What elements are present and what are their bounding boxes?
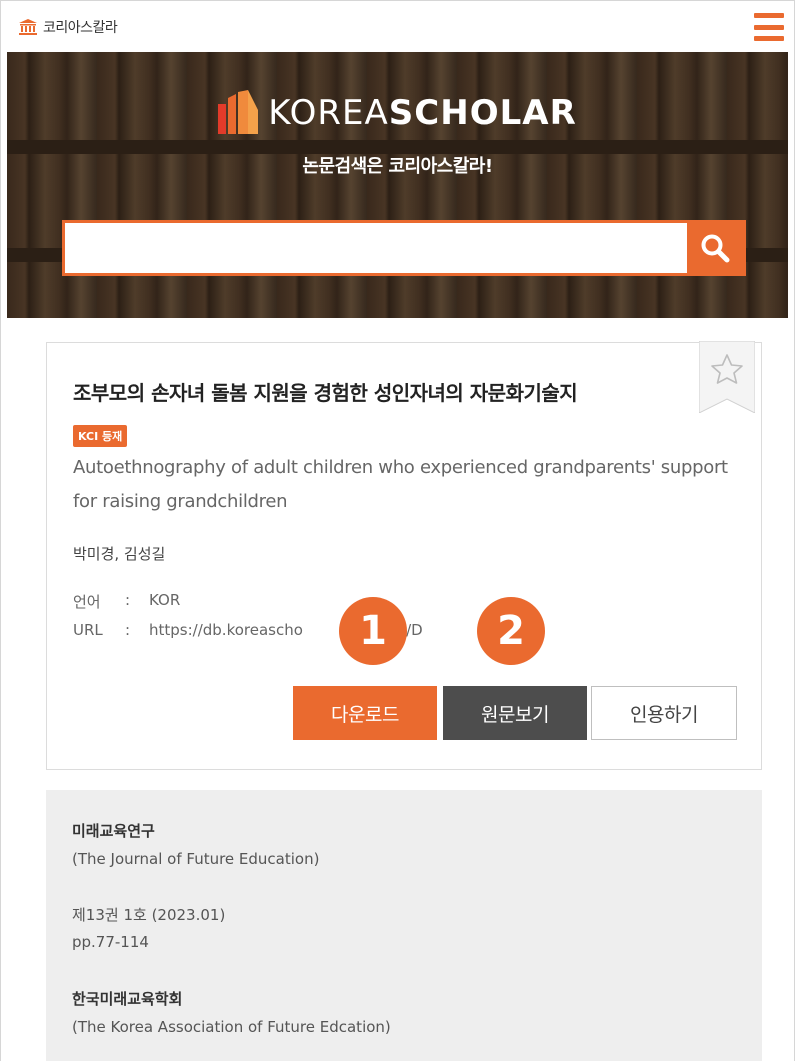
article-authors: 박미경, 김성길 bbox=[73, 545, 166, 563]
view-original-button[interactable]: 원문보기 bbox=[443, 686, 587, 740]
meta-separator: : bbox=[125, 621, 131, 639]
search-button[interactable] bbox=[687, 223, 743, 273]
koreascholar-logo-icon bbox=[218, 90, 259, 134]
journal-title-english: (The Journal of Future Education) bbox=[72, 850, 320, 868]
kci-badge: KCI 등재 bbox=[73, 425, 128, 447]
site-name: 코리아스칼라 bbox=[43, 19, 118, 36]
search-icon bbox=[701, 234, 730, 263]
download-button[interactable]: 다운로드 bbox=[293, 686, 437, 740]
cite-button[interactable]: 인용하기 bbox=[591, 686, 737, 740]
search-input[interactable] bbox=[65, 223, 687, 273]
journal-title-korean[interactable]: 미래교육연구 bbox=[72, 820, 155, 841]
brand-text-bold: SCHOLAR bbox=[388, 93, 577, 133]
article-title-korean[interactable]: 조부모의 손자녀 돌봄 지원을 경험한 성인자녀의 자문화기술지 bbox=[73, 377, 578, 406]
meta-value: KOR bbox=[149, 591, 181, 609]
meta-url-row: URL : https://db.koreascho /Article/D 90… bbox=[73, 621, 519, 639]
publisher-english: (The Korea Association of Future Edcatio… bbox=[72, 1018, 391, 1036]
article-card: 조부모의 손자녀 돌봄 지원을 경험한 성인자녀의 자문화기술지 KCI 등재 … bbox=[46, 341, 762, 770]
article-title-english: Autoethnography of adult children who ex… bbox=[73, 457, 728, 512]
page-range: pp.77-114 bbox=[72, 933, 149, 951]
publication-info: 미래교육연구 (The Journal of Future Education)… bbox=[46, 790, 762, 1061]
step-marker-1: 1 bbox=[339, 597, 407, 665]
journal-volume: 제13권 1호 (2023.01) bbox=[72, 906, 226, 924]
top-bar: 코리아스칼라 bbox=[1, 1, 794, 52]
star-bookmark-icon[interactable] bbox=[699, 341, 755, 413]
brand-logo[interactable]: KOREASCHOLAR bbox=[7, 90, 788, 136]
hero-tagline: 논문검색은 코리아스칼라! bbox=[302, 156, 493, 177]
meta-key: URL bbox=[73, 621, 103, 639]
publisher-korean[interactable]: 한국미래교육학회 bbox=[72, 988, 182, 1009]
article-url-link[interactable]: https://db.koreascho bbox=[149, 621, 303, 639]
meta-separator: : bbox=[125, 591, 131, 609]
brand-text-thin: KOREA bbox=[268, 93, 389, 133]
hamburger-menu-icon[interactable] bbox=[754, 13, 784, 41]
step-marker-2: 2 bbox=[477, 597, 545, 665]
hero-banner: KOREASCHOLAR 논문검색은 코리아스칼라! bbox=[7, 52, 788, 318]
meta-key: 언어 bbox=[73, 593, 101, 611]
institution-icon bbox=[19, 18, 37, 35]
meta-language-row: 언어 : KOR bbox=[73, 591, 180, 612]
search-bar bbox=[62, 220, 746, 276]
site-logo[interactable]: 코리아스칼라 bbox=[19, 17, 118, 37]
